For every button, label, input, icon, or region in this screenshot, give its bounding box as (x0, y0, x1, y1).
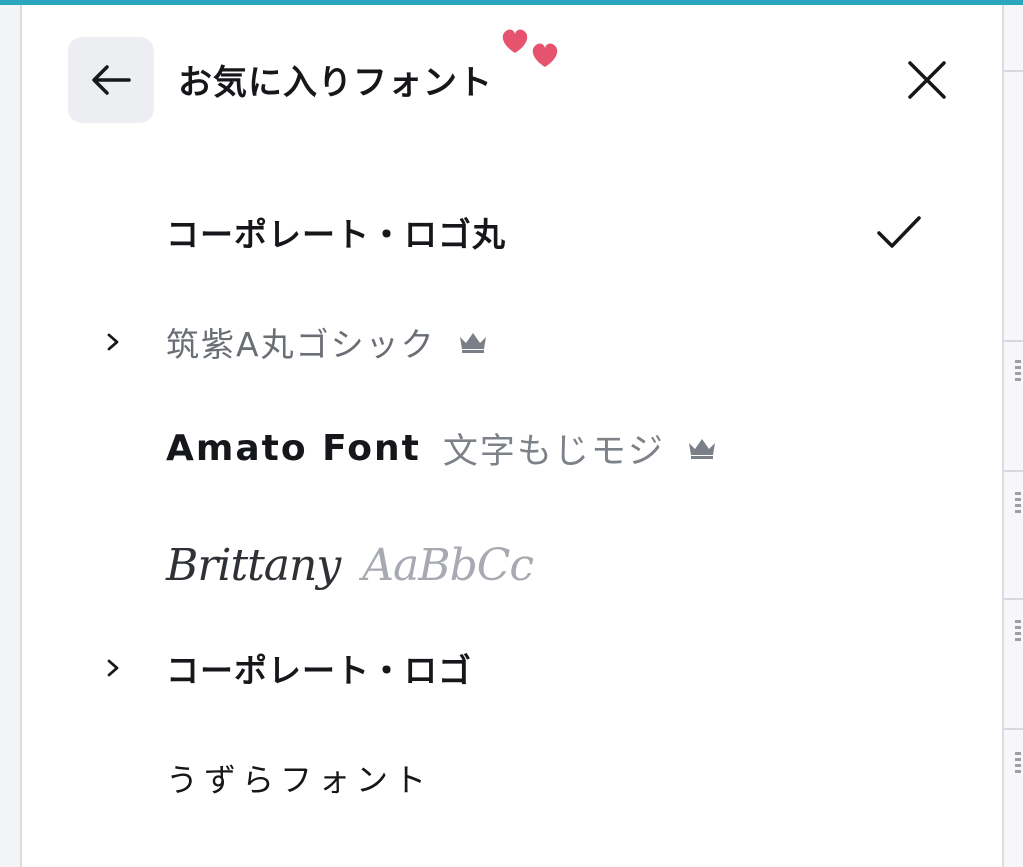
strip-handle (1015, 492, 1021, 514)
chevron-right-icon[interactable] (102, 657, 124, 679)
strip-divider (1004, 70, 1023, 72)
font-item-corporate-logo[interactable]: コーポレート・ロゴ (82, 628, 962, 708)
font-item-label: コーポレート・ロゴ (166, 651, 472, 690)
font-item-amato-font[interactable]: Amato Font 文字もじモジ (82, 408, 962, 488)
crown-icon (688, 439, 715, 459)
close-icon (908, 61, 946, 99)
panel-title: お気に入りフォント (178, 63, 493, 103)
favorite-fonts-panel: お気に入りフォント コーポレート・ロゴ丸 筑紫A丸ゴシック Amato Font… (20, 5, 1004, 867)
strip-handle (1015, 360, 1021, 382)
strip-divider (1004, 728, 1023, 730)
strip-divider (1004, 598, 1023, 600)
font-sample-text: 文字もじモジ (442, 431, 665, 472)
font-item-brittany[interactable]: Brittany AaBbCc (82, 525, 962, 605)
font-item-label: Brittany (166, 539, 341, 591)
strip-divider (1004, 470, 1023, 472)
strip-handle (1015, 752, 1021, 774)
font-item-corporate-logo-maru[interactable]: コーポレート・ロゴ丸 (82, 192, 962, 272)
font-item-label: コーポレート・ロゴ丸 (166, 215, 506, 254)
strip-handle (1015, 620, 1021, 642)
font-sample-text: AaBbCc (362, 539, 534, 591)
chevron-right-icon[interactable] (102, 331, 124, 353)
checkmark-icon (877, 216, 921, 248)
font-item-label: Amato Font (166, 427, 421, 469)
font-item-label: うずらフォント (166, 761, 433, 799)
font-item-tsukushi-a-maru-gothic[interactable]: 筑紫A丸ゴシック (82, 302, 962, 382)
hearts-icon (498, 23, 564, 73)
arrow-left-icon (92, 65, 131, 95)
close-button[interactable] (902, 55, 952, 105)
font-item-uzura-font[interactable]: うずらフォント (82, 738, 962, 818)
back-button[interactable] (68, 37, 154, 123)
crown-icon (459, 333, 486, 353)
strip-divider (1004, 340, 1023, 342)
background-panel-strip (1004, 5, 1023, 867)
font-item-label: 筑紫A丸ゴシック (166, 325, 436, 364)
